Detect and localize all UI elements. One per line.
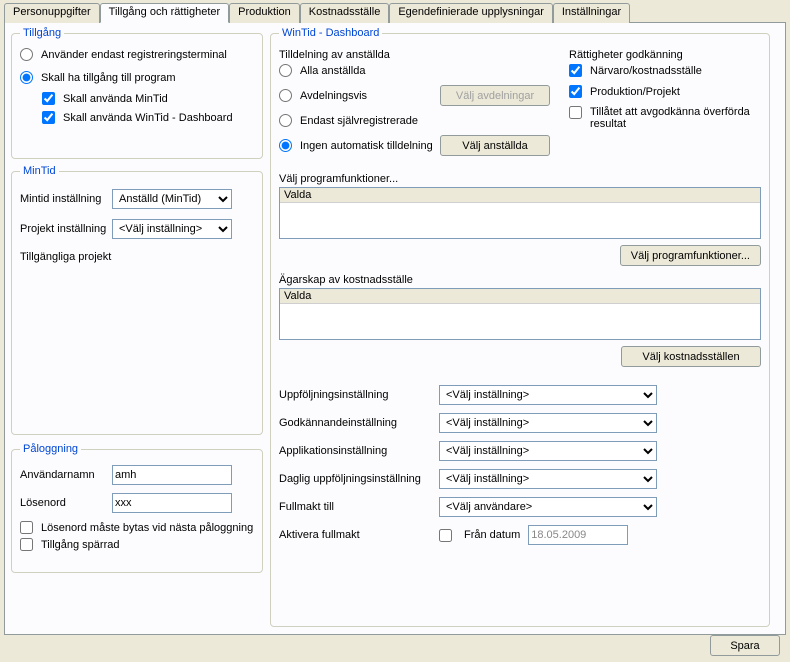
legend-paloggning: Påloggning	[20, 443, 81, 455]
tab-content: Tillgång Använder endast registreringste…	[4, 22, 786, 635]
select-uppfoljning[interactable]: <Välj inställning>	[439, 385, 657, 405]
select-applikation[interactable]: <Välj inställning>	[439, 441, 657, 461]
label-fran-datum: Från datum	[464, 529, 520, 541]
group-wintid-dashboard: WinTid - Dashboard Tilldelning av anstäl…	[270, 27, 770, 627]
label-daglig-uppfoljning: Daglig uppföljningsinställning	[279, 473, 439, 485]
legend-mintid: MinTid	[20, 165, 59, 177]
label-wintid: Skall använda WinTid - Dashboard	[63, 112, 233, 124]
label-losenord: Lösenord	[20, 497, 112, 509]
label-registreringsterminal: Använder endast registreringsterminal	[41, 49, 227, 61]
input-losenord[interactable]	[112, 493, 232, 513]
checkbox-produktion-projekt[interactable]	[569, 85, 582, 98]
select-mintid-installning[interactable]: Anställd (MinTid)	[112, 189, 232, 209]
label-tillgang-sparrad: Tillgång spärrad	[41, 539, 119, 551]
input-fran-datum	[528, 525, 628, 545]
tab-installningar[interactable]: Inställningar	[553, 3, 630, 23]
tab-kostnadsstalle[interactable]: Kostnadsställe	[300, 3, 390, 23]
checkbox-narvaro-kostnad[interactable]	[569, 64, 582, 77]
label-tillatet-avgodkanna: Tillåtet att avgodkänna överförda result…	[590, 106, 760, 130]
label-tillgangliga-projekt: Tillgängliga projekt	[20, 251, 111, 263]
radio-tillgang-program[interactable]	[20, 71, 33, 84]
label-uppfoljning: Uppföljningsinställning	[279, 389, 439, 401]
label-tilldelning: Tilldelning av anställda	[279, 49, 569, 61]
select-fullmakt-till[interactable]: <Välj användare>	[439, 497, 657, 517]
listbox-kostnadsstalle[interactable]: Valda	[279, 288, 761, 340]
group-tillgang: Tillgång Använder endast registreringste…	[11, 27, 263, 159]
checkbox-tillatet-avgodkanna[interactable]	[569, 106, 582, 119]
radio-registreringsterminal[interactable]	[20, 48, 33, 61]
button-valj-programfunktioner[interactable]: Välj programfunktioner...	[620, 245, 761, 266]
listbox-header-valda: Valda	[280, 188, 760, 203]
label-anvandarnamn: Användarnamn	[20, 469, 112, 481]
tab-tillgang-och-rattigheter[interactable]: Tillgång och rättigheter	[100, 3, 230, 23]
tab-bar: Personuppgifter Tillgång och rättigheter…	[0, 0, 790, 22]
select-projekt-installning[interactable]: <Välj inställning>	[112, 219, 232, 239]
group-mintid: MinTid Mintid inställning Anställd (MinT…	[11, 165, 263, 435]
listbox-programfunktioner[interactable]: Valda	[279, 187, 761, 239]
radio-avdelningsvis[interactable]	[279, 89, 292, 102]
label-projekt-installning: Projekt inställning	[20, 223, 112, 235]
tab-produktion[interactable]: Produktion	[229, 3, 300, 23]
label-tillgang-program: Skall ha tillgång till program	[41, 72, 176, 84]
select-daglig-uppfoljning[interactable]: <Välj inställning>	[439, 469, 657, 489]
label-produktion-projekt: Produktion/Projekt	[590, 86, 680, 98]
radio-endast-sjalvreg[interactable]	[279, 114, 292, 127]
radio-ingen-automatisk[interactable]	[279, 139, 292, 152]
legend-tillgang: Tillgång	[20, 27, 64, 39]
tab-egendefinierade[interactable]: Egendefinierade upplysningar	[389, 3, 553, 23]
label-godkannande: Godkännandeinställning	[279, 417, 439, 429]
input-anvandarnamn[interactable]	[112, 465, 232, 485]
select-godkannande[interactable]: <Välj inställning>	[439, 413, 657, 433]
save-button[interactable]: Spara	[710, 635, 780, 656]
group-paloggning: Påloggning Användarnamn Lösenord Lösenor…	[11, 443, 263, 573]
checkbox-losenord-maste-bytas[interactable]	[20, 521, 33, 534]
label-valj-programfunktioner: Välj programfunktioner...	[279, 173, 761, 185]
legend-wintid: WinTid - Dashboard	[279, 27, 382, 39]
button-valj-avdelningar: Välj avdelningar	[440, 85, 550, 106]
listbox-header-valda2: Valda	[280, 289, 760, 304]
label-losenord-maste-bytas: Lösenord måste bytas vid nästa påloggnin…	[41, 522, 253, 534]
radio-alla-anstallda[interactable]	[279, 64, 292, 77]
label-ingen-automatisk: Ingen automatisk tilldelning	[300, 140, 440, 152]
label-rattigheter: Rättigheter godkänning	[569, 49, 761, 61]
label-alla-anstallda: Alla anställda	[300, 65, 365, 77]
checkbox-fran-datum[interactable]	[439, 529, 452, 542]
checkbox-mintid[interactable]	[42, 92, 55, 105]
checkbox-wintid[interactable]	[42, 111, 55, 124]
label-applikation: Applikationsinställning	[279, 445, 439, 457]
checkbox-tillgang-sparrad[interactable]	[20, 538, 33, 551]
label-agarskap: Ägarskap av kostnadsställe	[279, 274, 761, 286]
label-endast-sjalvreg: Endast självregistrerade	[300, 115, 418, 127]
label-fullmakt-till: Fullmakt till	[279, 501, 439, 513]
tab-personuppgifter[interactable]: Personuppgifter	[4, 3, 100, 23]
label-narvaro-kostnad: Närvaro/kostnadsställe	[590, 65, 702, 77]
label-aktivera-fullmakt: Aktivera fullmakt	[279, 529, 439, 541]
label-mintid: Skall använda MinTid	[63, 93, 168, 105]
label-avdelningsvis: Avdelningsvis	[300, 90, 440, 102]
label-mintid-installning: Mintid inställning	[20, 193, 112, 205]
button-valj-kostnadsstallen[interactable]: Välj kostnadsställen	[621, 346, 761, 367]
button-valj-anstallda[interactable]: Välj anställda	[440, 135, 550, 156]
